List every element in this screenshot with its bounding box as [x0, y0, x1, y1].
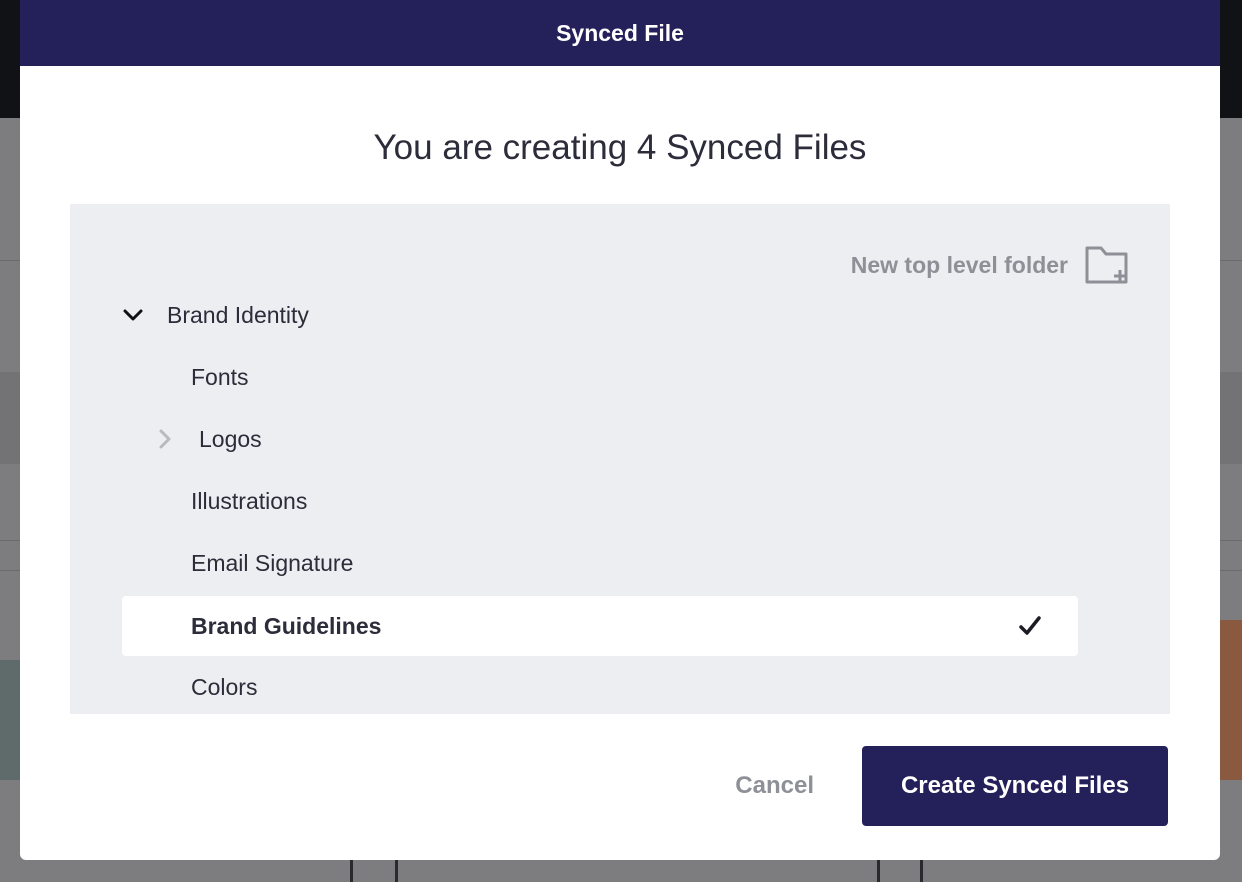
folder-label: Fonts: [191, 363, 249, 390]
background-thumbnail: [1220, 620, 1242, 780]
chevron-right-icon[interactable]: [154, 428, 176, 450]
folder-label: Brand Identity: [167, 301, 309, 328]
folder-row-illustrations[interactable]: Illustrations: [122, 471, 1078, 531]
folder-label: Email Signature: [191, 549, 354, 576]
background-thumbnail: [0, 660, 20, 780]
create-synced-files-button[interactable]: Create Synced Files: [862, 746, 1168, 826]
folder-plus-icon: [1085, 246, 1128, 284]
synced-file-modal: Synced File You are creating 4 Synced Fi…: [20, 0, 1220, 860]
folder-row-brand-guidelines[interactable]: Brand Guidelines: [122, 596, 1078, 656]
folder-row-logos[interactable]: Logos: [122, 409, 1078, 469]
folder-row-fonts[interactable]: Fonts: [122, 347, 1078, 407]
folder-row-email-signature[interactable]: Email Signature: [122, 533, 1078, 593]
folder-label: Logos: [199, 425, 262, 452]
modal-actions: Cancel Create Synced Files: [735, 746, 1168, 826]
folder-label: Brand Guidelines: [191, 612, 382, 639]
new-top-level-folder-button[interactable]: New top level folder: [851, 244, 1130, 286]
folder-row-brand-identity[interactable]: Brand Identity: [122, 285, 1078, 345]
modal-header: Synced File: [20, 0, 1220, 66]
checkmark-icon: [1019, 616, 1041, 635]
folder-label: Colors: [191, 673, 258, 700]
chevron-down-icon[interactable]: [122, 304, 144, 326]
new-folder-label: New top level folder: [850, 251, 1068, 278]
modal-heading: You are creating 4 Synced Files: [373, 128, 867, 167]
modal-title: Synced File: [556, 19, 684, 46]
folder-tree-panel: New top level folder Brand Identity Font…: [70, 204, 1170, 714]
cancel-button[interactable]: Cancel: [735, 772, 814, 800]
folder-row-colors[interactable]: Colors: [122, 657, 1078, 714]
folder-label: Illustrations: [191, 487, 308, 514]
